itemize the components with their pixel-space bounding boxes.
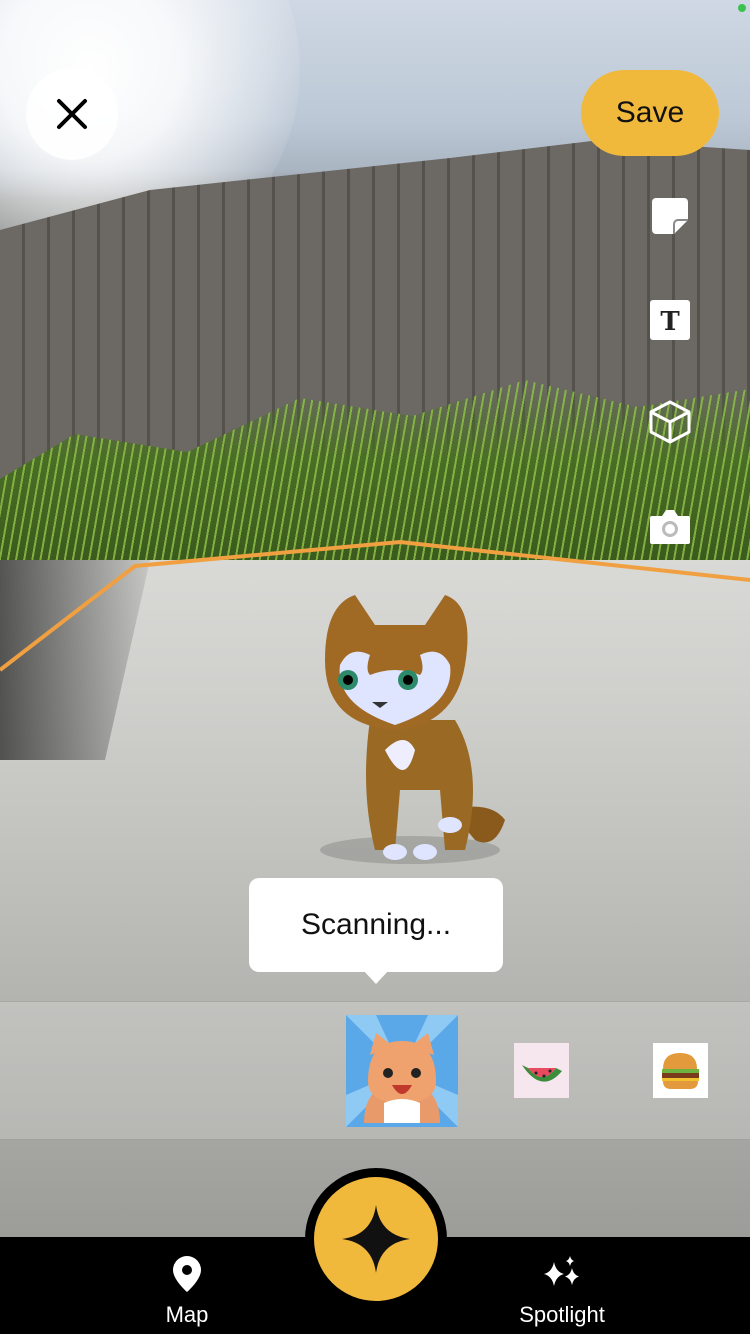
tooltip-arrow	[363, 970, 389, 984]
watermelon-icon	[514, 1043, 569, 1098]
save-button[interactable]: Save	[581, 70, 719, 156]
ar-cat-character	[320, 595, 505, 864]
sticker-icon	[652, 198, 688, 234]
nav-spotlight-label: Spotlight	[519, 1302, 605, 1327]
cube-3d-icon	[649, 400, 691, 444]
sticker-tray	[0, 1001, 750, 1140]
camera-tool-button[interactable]	[646, 502, 694, 550]
burger-sticker[interactable]	[653, 1043, 708, 1098]
camera-icon	[650, 510, 690, 544]
burger-icon	[653, 1043, 708, 1098]
capture-button-inner	[314, 1177, 438, 1301]
text-tool-button[interactable]: T	[646, 296, 694, 344]
close-icon	[57, 99, 87, 129]
sparkle-icon	[342, 1205, 410, 1273]
capture-button[interactable]	[305, 1168, 447, 1310]
status-indicator	[738, 4, 746, 12]
close-button[interactable]	[26, 68, 118, 160]
text-icon-glyph: T	[660, 307, 680, 337]
cat-sticker-image	[346, 1015, 458, 1127]
scanning-label: Scanning...	[300, 908, 452, 941]
nav-map-label: Map	[165, 1302, 209, 1327]
3d-object-tool-button[interactable]	[646, 398, 694, 446]
nav-spotlight[interactable]: Spotlight	[472, 1237, 652, 1334]
cat-sticker[interactable]	[346, 1015, 458, 1127]
sticker-tool-button[interactable]	[646, 192, 694, 240]
map-pin-icon	[173, 1256, 201, 1292]
scanning-tooltip: Scanning...	[249, 878, 503, 972]
text-icon: T	[650, 300, 690, 340]
spotlight-sparkles-icon	[544, 1256, 579, 1286]
nav-map[interactable]: Map	[97, 1237, 277, 1334]
watermelon-sticker[interactable]	[514, 1043, 569, 1098]
